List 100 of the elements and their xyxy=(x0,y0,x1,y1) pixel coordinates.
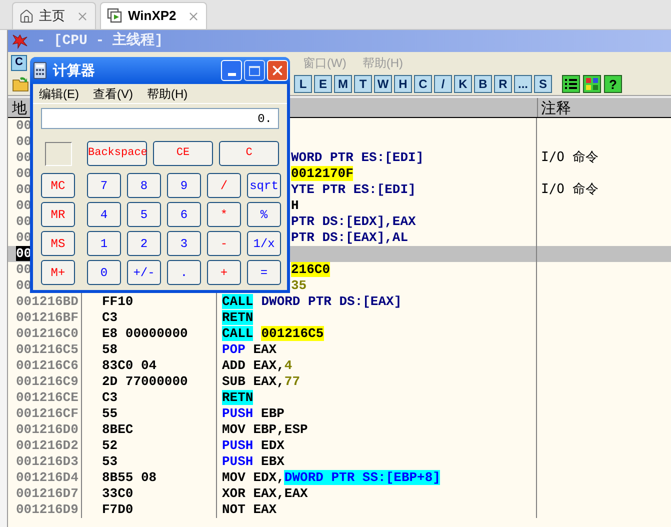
calculator-title: 计算器 xyxy=(53,61,95,80)
hex-cell: 53 xyxy=(102,454,118,469)
calculator-key[interactable]: . xyxy=(167,260,201,285)
column-header: 地 xyxy=(11,98,28,117)
calculator-key[interactable]: C xyxy=(219,141,279,166)
calculator-key[interactable]: 0 xyxy=(87,260,121,285)
grid-icon[interactable] xyxy=(583,75,601,93)
toolbar-button[interactable]: R xyxy=(494,75,512,93)
toolbar-button[interactable]: / xyxy=(434,75,452,93)
address-cell: 00 xyxy=(16,182,32,197)
tab-label: WinXP2 xyxy=(128,7,176,26)
calculator-key[interactable]: 3 xyxy=(167,231,201,256)
instruction-text: SUB EAX,77 xyxy=(222,374,300,389)
calculator-key[interactable]: / xyxy=(207,173,241,198)
calculator-key[interactable]: + xyxy=(207,260,241,285)
toolbar-button[interactable]: C xyxy=(414,75,432,93)
calculator-key[interactable]: 8 xyxy=(127,173,161,198)
instruction-text: PUSH EBP xyxy=(222,406,284,421)
address-cell: 001216D9 xyxy=(16,502,78,517)
calculator-key[interactable]: % xyxy=(247,202,281,227)
window-play-icon xyxy=(107,8,123,24)
calculator-key[interactable]: +/- xyxy=(127,260,161,285)
toolbar-button[interactable]: K xyxy=(454,75,472,93)
hex-cell: 8B55 08 xyxy=(102,470,157,485)
address-cell: 00 xyxy=(16,230,32,245)
calculator-key[interactable]: 1 xyxy=(87,231,121,256)
instruction-text: ADD EAX,4 xyxy=(222,358,292,373)
comment-cell: I/O 命令 xyxy=(541,182,598,197)
address-cell: 001216C0 xyxy=(16,326,78,341)
instruction-text: RETN xyxy=(222,310,254,325)
menu-item[interactable]: 编辑(E) xyxy=(39,84,79,102)
address-cell: 00 xyxy=(16,214,32,229)
toolbar-button[interactable]: W xyxy=(374,75,392,93)
calculator-key[interactable]: * xyxy=(207,202,241,227)
home-icon xyxy=(19,8,34,24)
toolbar-button[interactable]: H xyxy=(394,75,412,93)
toolbar-button[interactable]: E xyxy=(314,75,332,93)
address-cell: 00 xyxy=(16,134,32,149)
address-cell: 001216D7 xyxy=(16,486,78,501)
address-cell: 001216CF xyxy=(16,406,78,421)
instruction-text: 0012170F xyxy=(291,166,354,181)
menu-item[interactable]: 查看(V) xyxy=(93,84,133,102)
address-cell: 001216D0 xyxy=(16,422,78,437)
menu-item[interactable]: 帮助(H) xyxy=(147,84,188,102)
instruction-text: POP EAX xyxy=(222,342,277,357)
address-cell: 00 xyxy=(16,150,32,165)
close-button[interactable] xyxy=(267,60,288,81)
maximize-button[interactable] xyxy=(244,60,265,81)
address-cell: 001216C9 xyxy=(16,374,78,389)
hex-cell: FF10 xyxy=(102,294,134,309)
address-cell: 001216C6 xyxy=(16,358,78,373)
instruction-text: H xyxy=(291,198,299,213)
hex-cell: E8 00000000 xyxy=(102,326,188,341)
close-icon[interactable] xyxy=(76,10,89,22)
address-cell: 00 xyxy=(16,262,32,277)
calculator-key[interactable]: 7 xyxy=(87,173,121,198)
address-cell: 001216C5 xyxy=(16,342,78,357)
help-button[interactable]: ? xyxy=(604,75,622,93)
address-cell: 001216D4 xyxy=(16,470,78,485)
calculator-key[interactable]: 2 xyxy=(127,231,161,256)
calculator-key[interactable]: sqrt xyxy=(247,173,281,198)
instruction-text: CALL 001216C5 xyxy=(222,326,324,341)
calculator-key[interactable]: M+ xyxy=(41,260,75,285)
list-icon[interactable] xyxy=(562,75,580,93)
calculator-key[interactable]: 6 xyxy=(167,202,201,227)
calculator-key[interactable]: 1/x xyxy=(247,231,281,256)
toolbar-button[interactable]: M xyxy=(334,75,352,93)
calculator-key[interactable]: MS xyxy=(41,231,75,256)
memory-indicator xyxy=(45,142,72,166)
calculator-key[interactable]: CE xyxy=(153,141,213,166)
calculator-key[interactable]: 4 xyxy=(87,202,121,227)
toolbar-button[interactable]: B xyxy=(474,75,492,93)
instruction-text: WORD PTR ES:[EDI] xyxy=(291,150,424,165)
toolbar-button[interactable]: L xyxy=(294,75,312,93)
hex-cell: F7D0 xyxy=(102,502,134,517)
minimize-button[interactable] xyxy=(221,60,242,81)
browser-tab[interactable]: 主页 xyxy=(12,2,96,29)
toolbar-button[interactable]: T xyxy=(354,75,372,93)
instruction-text: 35 xyxy=(291,278,307,293)
calculator-key[interactable]: MC xyxy=(41,173,75,198)
calculator-key[interactable]: - xyxy=(207,231,241,256)
folder-icon[interactable] xyxy=(12,76,30,92)
instruction-text: PTR DS:[EAX],AL xyxy=(291,230,408,245)
display-field: 0. xyxy=(41,108,279,129)
calculator-key[interactable]: 5 xyxy=(127,202,161,227)
address-cell: 001216BF xyxy=(16,310,78,325)
calculator-key[interactable]: = xyxy=(247,260,281,285)
instruction-text: NOT EAX xyxy=(222,502,277,517)
browser-tab[interactable]: WinXP2 xyxy=(100,2,208,29)
toolbar-button[interactable]: S xyxy=(534,75,552,93)
hex-cell: 58 xyxy=(102,342,118,357)
address-cell: 001216D2 xyxy=(16,438,78,453)
tab-label: 主页 xyxy=(39,7,65,26)
calculator-key[interactable]: 9 xyxy=(167,173,201,198)
toolbar-button[interactable]: ... xyxy=(514,75,532,93)
calculator-key[interactable]: MR xyxy=(41,202,75,227)
cpu-menu-icon[interactable]: C xyxy=(11,54,27,70)
hex-cell: C3 xyxy=(102,310,118,325)
close-icon[interactable] xyxy=(187,10,200,22)
instruction-text: RETN xyxy=(222,390,254,405)
